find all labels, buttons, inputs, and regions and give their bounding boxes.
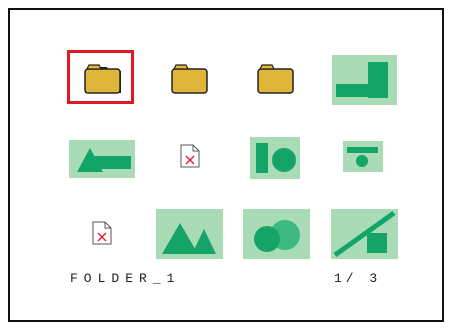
folder-name-label: FOLDER_1 bbox=[70, 271, 181, 286]
image-thumbnail-icon bbox=[331, 209, 398, 259]
broken-file-2[interactable] bbox=[92, 221, 112, 250]
folder-icon bbox=[171, 64, 208, 94]
folder-item-3[interactable] bbox=[256, 63, 296, 100]
image-thumbnail-4[interactable] bbox=[343, 141, 383, 177]
image-thumbnail-icon bbox=[250, 137, 300, 179]
folder-icon bbox=[84, 64, 121, 94]
broken-file-1[interactable] bbox=[180, 144, 200, 173]
image-thumbnail-icon bbox=[332, 55, 397, 105]
image-thumbnail-icon bbox=[69, 140, 135, 178]
image-thumbnail-icon bbox=[343, 141, 383, 172]
image-thumbnail-1[interactable] bbox=[332, 55, 397, 110]
image-thumbnail-icon bbox=[156, 209, 223, 259]
page-indicator: 1/ 3 bbox=[334, 271, 382, 286]
folder-icon bbox=[257, 64, 294, 94]
image-thumbnail-2[interactable] bbox=[69, 140, 135, 183]
broken-file-icon bbox=[92, 221, 112, 245]
image-thumbnail-3[interactable] bbox=[250, 137, 300, 184]
folder-item-1[interactable] bbox=[83, 63, 123, 100]
folder-item-2[interactable] bbox=[170, 63, 210, 100]
broken-file-icon bbox=[180, 144, 200, 168]
image-thumbnail-5[interactable] bbox=[156, 209, 223, 264]
image-thumbnail-icon bbox=[243, 209, 310, 259]
image-thumbnail-7[interactable] bbox=[331, 209, 398, 264]
image-thumbnail-6[interactable] bbox=[243, 209, 310, 264]
